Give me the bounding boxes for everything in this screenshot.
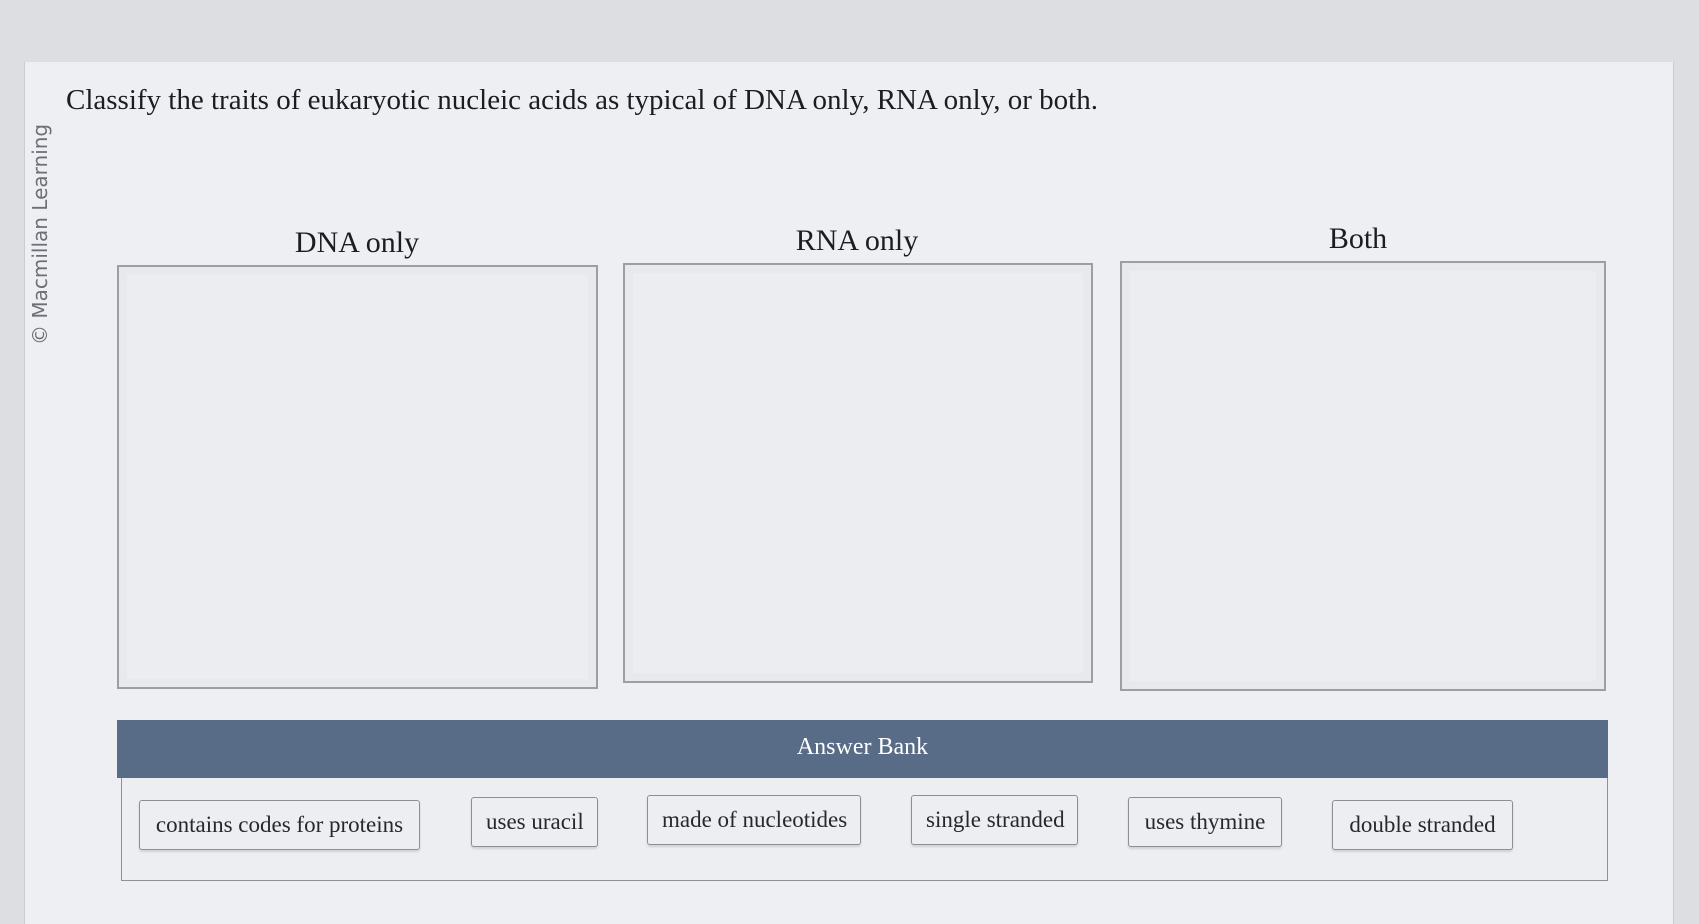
answer-chip-uses-uracil[interactable]: uses uracil bbox=[471, 797, 598, 847]
answer-chip-double-stranded[interactable]: double stranded bbox=[1332, 800, 1513, 850]
bin-title-both: Both bbox=[1328, 222, 1388, 255]
bin-title-dna-only: DNA only bbox=[294, 226, 420, 259]
drop-zone-dna-only[interactable] bbox=[117, 265, 598, 689]
bin-title-rna-only: RNA only bbox=[795, 224, 919, 257]
drop-zone-both[interactable] bbox=[1120, 261, 1606, 691]
answer-chip-made-of-nucleotides[interactable]: made of nucleotides bbox=[647, 795, 861, 845]
answer-bank-header: Answer Bank bbox=[117, 720, 1608, 778]
answer-chip-uses-thymine[interactable]: uses thymine bbox=[1128, 797, 1282, 847]
answer-chip-contains-codes-for-proteins[interactable]: contains codes for proteins bbox=[139, 800, 420, 850]
drop-zone-rna-only[interactable] bbox=[623, 263, 1093, 683]
answer-chip-single-stranded[interactable]: single stranded bbox=[911, 795, 1078, 845]
copyright-credit: © Macmillan Learning bbox=[28, 123, 52, 345]
question-text: Classify the traits of eukaryotic nuclei… bbox=[66, 84, 1098, 116]
